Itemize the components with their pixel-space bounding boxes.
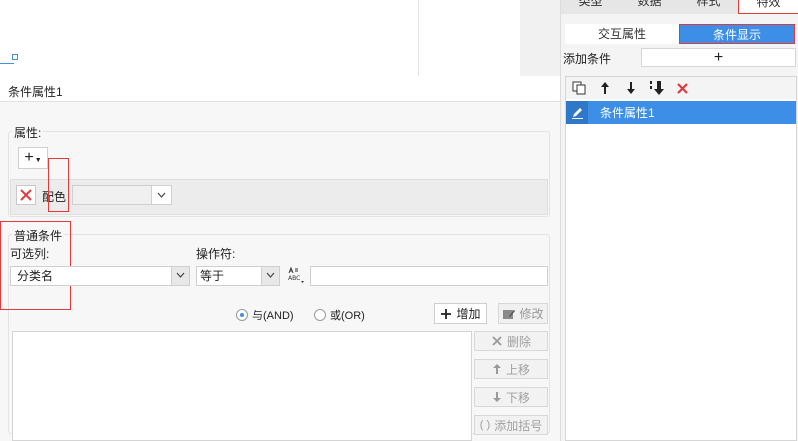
move-up-button[interactable]: 上移 [474,359,548,379]
add-condition-button[interactable]: + [641,48,796,67]
operator-select[interactable]: 等于 [196,266,280,286]
condition-list-item[interactable]: 条件属性1 [566,101,796,124]
radio-and-option[interactable]: 与(AND) [236,307,294,323]
arrow-down-icon [492,392,501,402]
chevron-down-icon[interactable] [261,267,279,285]
plus-icon: + [24,149,34,166]
close-icon [492,336,502,346]
condition-item-label: 条件属性1 [600,106,655,120]
move-down-button[interactable]: 下移 [474,387,548,407]
column-select[interactable]: 分类名 [10,266,190,286]
delete-icon[interactable] [674,80,691,97]
condition-value-input[interactable] [310,266,548,286]
copy-icon[interactable] [570,80,587,97]
tab-style[interactable]: 样式 [679,0,738,14]
value-type-abc-icon[interactable]: ABC [285,266,305,286]
add-condition-button[interactable]: 增加 [434,303,487,324]
resize-handle[interactable] [12,54,18,60]
right-properties-panel: 类型 数据 样式 特效 交互属性 条件显示 添加条件 + 条件属性1 [560,0,798,441]
subtab-bar: 交互属性 条件显示 [565,24,795,44]
add-condition-label: 添加条件 [563,52,612,66]
column-label: 可选列: [10,247,50,261]
dialog-title-bar [0,76,560,102]
delete-condition-button[interactable]: 删除 [474,331,548,351]
condition-expression-list[interactable] [12,331,472,441]
edit-pencil-icon[interactable] [566,101,588,124]
arrow-up-icon[interactable] [596,80,613,97]
subtab-conditional-display[interactable]: 条件显示 [679,24,795,44]
dialog-title: 条件属性1 [8,85,63,99]
radio-and-label: 与(AND) [252,310,294,322]
chevron-down-icon[interactable] [171,267,189,285]
plus-icon [441,308,452,319]
arrow-up-icon [492,364,501,374]
svg-text:ABC: ABC [288,275,300,282]
selection-line [0,63,14,64]
radio-or-button[interactable] [314,309,326,321]
dropdown-caret-icon: ▼ [34,156,42,164]
tab-data[interactable]: 数据 [620,0,679,14]
tab-effects[interactable]: 特效 [738,0,798,14]
normal-condition-legend: 普通条件 [12,227,65,244]
radio-or-option[interactable]: 或(OR) [314,307,365,323]
report-canvas[interactable] [0,0,520,76]
canvas-margin [520,0,560,76]
property-highlight-outline [48,158,69,212]
column-select-value: 分类名 [17,269,54,283]
operator-select-value: 等于 [200,269,225,283]
color-scheme-select[interactable] [72,185,172,205]
move-to-bottom-icon[interactable] [648,80,665,97]
arrow-down-icon[interactable] [622,80,639,97]
properties-legend: 属性: [12,124,44,141]
parentheses-icon: ( ) [479,419,491,431]
tab-type[interactable]: 类型 [561,0,620,14]
canvas-grid-line [418,0,419,76]
radio-and-button[interactable] [236,309,248,321]
condition-list-toolbar [566,77,796,99]
top-tab-bar: 类型 数据 样式 特效 [561,0,798,14]
delete-property-button[interactable] [16,185,36,205]
operator-label: 操作符: [196,247,236,261]
close-icon [20,189,32,201]
subtab-interactive-properties[interactable]: 交互属性 [565,24,679,44]
add-parentheses-button[interactable]: ( ) 添加括号 [474,415,548,435]
chevron-down-icon[interactable] [151,186,171,204]
edit-icon [503,309,516,319]
edit-condition-button[interactable]: 修改 [498,303,548,324]
radio-or-label: 或(OR) [330,310,365,322]
add-property-button[interactable]: + ▼ [18,147,48,169]
condition-list: 条件属性1 [565,76,797,441]
